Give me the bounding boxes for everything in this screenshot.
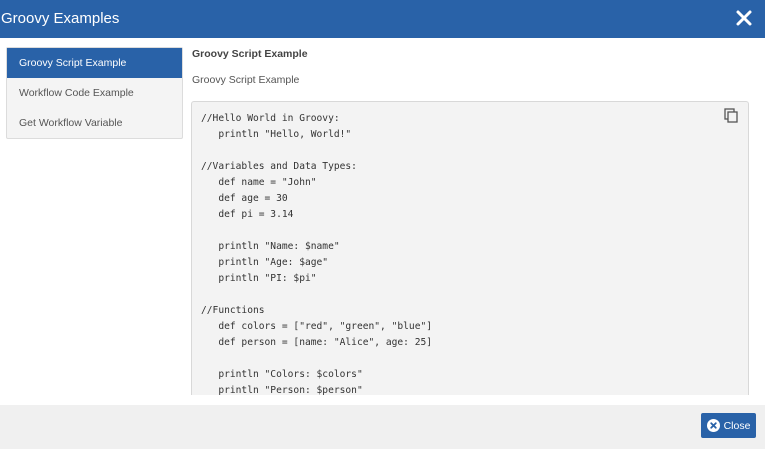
sidebar-item-label: Get Workflow Variable: [19, 117, 123, 129]
code-text[interactable]: //Hello World in Groovy: println "Hello,…: [201, 111, 432, 395]
sidebar-item-get-workflow-variable[interactable]: Get Workflow Variable: [7, 108, 182, 138]
dialog-header: Groovy Examples: [0, 0, 765, 38]
example-content: Groovy Script Example Groovy Script Exam…: [192, 47, 757, 86]
dialog-footer: [0, 405, 765, 449]
dialog-title: Groovy Examples: [1, 10, 120, 27]
close-button-label: Close: [723, 419, 751, 432]
example-description: Groovy Script Example: [192, 74, 300, 86]
close-circle-icon: [706, 419, 720, 432]
sidebar-item-workflow-code-example[interactable]: Workflow Code Example: [7, 78, 182, 108]
example-list: Groovy Script Example Workflow Code Exam…: [6, 47, 183, 139]
close-button[interactable]: Close: [701, 413, 756, 438]
sidebar-item-label: Groovy Script Example: [19, 57, 127, 69]
sidebar-item-label: Workflow Code Example: [19, 87, 134, 99]
code-block[interactable]: //Hello World in Groovy: println "Hello,…: [191, 101, 749, 395]
close-icon[interactable]: [734, 8, 754, 28]
sidebar-item-groovy-script-example[interactable]: Groovy Script Example: [7, 48, 182, 78]
example-heading: Groovy Script Example: [192, 48, 308, 60]
copy-icon[interactable]: [724, 108, 738, 123]
